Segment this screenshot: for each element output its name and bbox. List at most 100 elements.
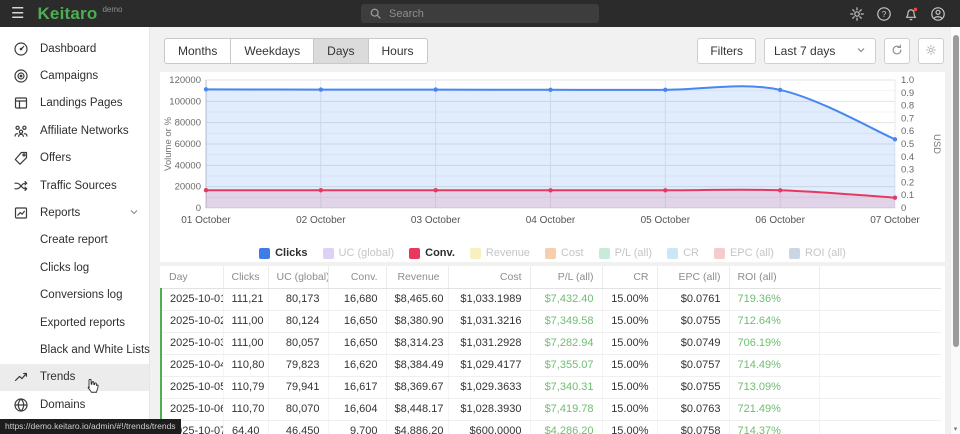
column-header-epc-all[interactable]: EPC (all) (657, 266, 729, 288)
legend-swatch (470, 248, 481, 259)
column-header-revenue[interactable]: Revenue (386, 266, 448, 288)
legend-label: UC (global) (339, 247, 395, 259)
column-header-day[interactable]: Day (161, 266, 223, 288)
cell-roi-all: 712.64% (729, 310, 819, 332)
legend-label: Conv. (425, 247, 455, 259)
cell-day: 2025-10-05 (161, 376, 223, 398)
hamburger-menu-icon[interactable]: ☰ (11, 6, 24, 21)
sidebar-item-trends[interactable]: Trends (0, 364, 149, 391)
sidebar-item-exported-reports[interactable]: Exported reports (0, 309, 149, 336)
tab-hours[interactable]: Hours (368, 38, 428, 64)
legend-label: Clicks (275, 247, 307, 259)
table-row[interactable]: 2025-10-06110,7080,07016,604$8,448.17$1,… (161, 398, 941, 420)
legend-label: EPC (all) (730, 247, 774, 259)
chart-legend: Clicks UC (global) Conv. Revenue Cost P/L (al… (160, 239, 945, 267)
scrollbar-down-arrow[interactable]: ▾ (951, 425, 960, 433)
app-logo[interactable]: Keitaro (37, 4, 97, 24)
refresh-button[interactable] (884, 38, 910, 64)
account-icon[interactable] (929, 5, 946, 22)
cell-roi-all: 706.19% (729, 332, 819, 354)
filters-button[interactable]: Filters (697, 38, 756, 64)
legend-item-cost[interactable]: Cost (545, 247, 584, 259)
column-header-cost[interactable]: Cost (448, 266, 530, 288)
scrollbar[interactable]: ▾ (950, 27, 960, 434)
sidebar-item-reports[interactable]: Reports (0, 199, 149, 226)
table-row[interactable]: 2025-10-04110,8079,82316,620$8,384.49$1,… (161, 354, 941, 376)
sidebar-item-affiliate-networks[interactable]: Affiliate Networks (0, 117, 149, 144)
offers-icon (13, 150, 29, 166)
scrollbar-thumb[interactable] (953, 35, 959, 347)
tab-days[interactable]: Days (313, 38, 368, 64)
line-chart: 02000040000600008000010000012000001 Octo… (160, 72, 945, 234)
sidebar-item-traffic-sources[interactable]: Traffic Sources (0, 172, 149, 199)
svg-text:0: 0 (901, 203, 906, 214)
sidebar-item-conversions-log[interactable]: Conversions log (0, 282, 149, 309)
cell-cost: $1,033.1989 (448, 288, 530, 310)
tab-weekdays[interactable]: Weekdays (230, 38, 314, 64)
sidebar-item-clicks-log[interactable]: Clicks log (0, 254, 149, 281)
legend-item-epc-all[interactable]: EPC (all) (714, 247, 774, 259)
cell-cr: 15.00% (602, 354, 657, 376)
table-row[interactable]: 2025-10-01111,2180,17316,680$8,465.60$1,… (161, 288, 941, 310)
cell-uc-global: 80,124 (268, 310, 328, 332)
cell-p-l-all: $4,286.20 (530, 420, 602, 434)
cell-cost: $600.0000 (448, 420, 530, 434)
legend-item-revenue[interactable]: Revenue (470, 247, 530, 259)
cell-roi-all: 721.49% (729, 398, 819, 420)
help-icon[interactable]: ? (875, 5, 892, 22)
sidebar-item-dashboard[interactable]: Dashboard (0, 35, 149, 62)
sidebar-item-landings-pages[interactable]: Landings Pages (0, 90, 149, 117)
sidebar-item-label: Create report (40, 234, 108, 246)
column-header-clicks[interactable]: Clicks (223, 266, 268, 288)
legend-item-p-l-all[interactable]: P/L (all) (599, 247, 653, 259)
table-row[interactable]: 2025-10-02111,0080,12416,650$8,380.90$1,… (161, 310, 941, 332)
cell-roi-all: 719.36% (729, 288, 819, 310)
svg-text:01 October: 01 October (181, 215, 231, 226)
gear-icon (925, 44, 937, 59)
sidebar-item-black-and-white-lists[interactable]: Black and White Lists (0, 336, 149, 363)
legend-item-conv[interactable]: Conv. (409, 247, 455, 259)
sidebar-item-offers[interactable]: Offers (0, 145, 149, 172)
sidebar-item-label: Clicks log (40, 262, 89, 274)
trends-chart-card: 02000040000600008000010000012000001 Octo… (160, 72, 945, 262)
sidebar-item-create-report[interactable]: Create report (0, 227, 149, 254)
sidebar-item-campaigns[interactable]: Campaigns (0, 62, 149, 89)
table-row[interactable]: 2025-10-05110,7979,94116,617$8,369.67$1,… (161, 376, 941, 398)
svg-text:02 October: 02 October (296, 215, 346, 226)
date-range-select[interactable]: Last 7 days (764, 38, 876, 64)
cell-revenue: $8,448.17 (386, 398, 448, 420)
search-icon (369, 7, 382, 20)
notifications-bell-icon[interactable] (902, 5, 919, 22)
column-header-cr[interactable]: CR (602, 266, 657, 288)
sidebar-item-label: Domains (40, 399, 85, 411)
legend-label: Cost (561, 247, 584, 259)
cell-p-l-all: $7,355.07 (530, 354, 602, 376)
settings-gear-icon[interactable] (848, 5, 865, 22)
chart-settings-button[interactable] (918, 38, 944, 64)
table-row[interactable]: 2025-10-0764,4046,4509,700$4,886.20$600.… (161, 420, 941, 434)
legend-item-roi-all[interactable]: ROI (all) (789, 247, 846, 259)
legend-swatch (323, 248, 334, 259)
tab-months[interactable]: Months (164, 38, 231, 64)
column-header-roi-all[interactable]: ROI (all) (729, 266, 819, 288)
column-header-p-l-all[interactable]: P/L (all) (530, 266, 602, 288)
cell-conv: 16,680 (328, 288, 386, 310)
sidebar-item-label: Conversions log (40, 289, 122, 301)
cell-revenue: $8,369.67 (386, 376, 448, 398)
legend-item-uc-global[interactable]: UC (global) (323, 247, 395, 259)
table-row[interactable]: 2025-10-03111,0080,05716,650$8,314.23$1,… (161, 332, 941, 354)
column-header-conv[interactable]: Conv. (328, 266, 386, 288)
svg-text:04 October: 04 October (526, 215, 576, 226)
column-header-uc-global[interactable]: UC (global) (268, 266, 328, 288)
search-input[interactable]: Search (361, 4, 599, 23)
legend-item-clicks[interactable]: Clicks (259, 247, 307, 259)
legend-swatch (545, 248, 556, 259)
topbar: ☰ Keitaro demo Search ? (0, 0, 960, 27)
sidebar-item-domains[interactable]: Domains (0, 391, 149, 418)
sidebar-item-label: Affiliate Networks (40, 125, 129, 137)
cell-conv: 16,620 (328, 354, 386, 376)
cell-uc-global: 80,070 (268, 398, 328, 420)
status-url: https://demo.keitaro.io/admin/#!/trends/… (0, 419, 181, 434)
legend-label: ROI (all) (805, 247, 846, 259)
legend-item-cr[interactable]: CR (667, 247, 699, 259)
